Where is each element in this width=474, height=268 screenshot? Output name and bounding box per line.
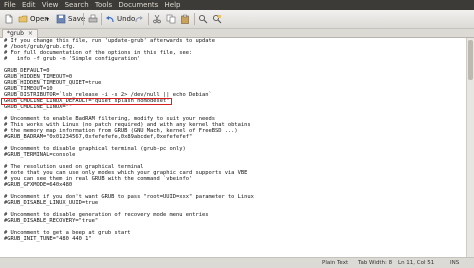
menu-file[interactable]: File [4,0,16,10]
toolbar-separator [83,13,84,25]
editor-line: #GRUB_BADRAM="0x01234567,0xfefefefe,0x89… [4,134,193,140]
editor-line: GRUB_CMDLINE_LINUX="" [4,104,73,110]
new-document-icon [5,14,13,24]
folder-open-icon [18,15,28,23]
print-button[interactable] [88,13,98,25]
redo-button[interactable] [134,13,144,25]
scrollbar-thumb[interactable] [468,40,473,80]
open-button[interactable]: Open [18,13,49,25]
undo-label: Undo [117,15,136,23]
menu-help[interactable]: Help [165,0,181,10]
tab-title: *grub [7,30,24,37]
undo-button[interactable]: Undo [105,13,135,25]
editor-line: #GRUB_DISABLE_LINUX_UUID=true [4,200,99,206]
editor-line: #GRUB_GFXMODE=640x480 [4,182,73,188]
menu-tools[interactable]: Tools [95,0,112,10]
toolbar-separator [194,13,195,25]
find-button[interactable] [198,13,208,25]
scissors-icon [153,14,161,24]
tab-bar: *grub × [0,29,474,38]
editor-line: #GRUB_TERMINAL=console [4,152,76,158]
status-bar: Plain Text Tab Width: 8 Ln 11, Col 51 IN… [0,257,474,268]
copy-button[interactable] [166,13,176,25]
toolbar: Open ▾ Save Undo [0,10,474,29]
annotation-highlight-box [1,98,172,105]
text-editor[interactable]: # If you change this file, run 'update-g… [0,38,467,257]
tab-grub[interactable]: *grub × [2,29,38,38]
find-replace-button[interactable] [212,13,222,25]
menu-view[interactable]: View [42,0,59,10]
chevron-down-icon: ▾ [46,15,50,23]
open-dropdown[interactable]: ▾ [46,13,49,25]
editor-line: #GRUB_DISABLE_RECOVERY="true" [4,218,99,224]
editor-line: #GRUB_INIT_TUNE="480 440 1" [4,236,92,242]
paste-icon [181,14,189,24]
find-replace-icon [212,14,222,24]
close-icon[interactable]: × [28,30,33,38]
toolbar-separator [148,13,149,25]
copy-icon [166,14,176,24]
menu-documents[interactable]: Documents [118,0,158,10]
search-icon [198,14,208,24]
editor-line: # info -f grub -n 'Simple configuration' [4,56,141,62]
save-icon [56,14,66,24]
vertical-scrollbar[interactable] [466,38,474,257]
paste-button[interactable] [180,13,190,25]
new-button[interactable] [4,13,14,25]
menu-search[interactable]: Search [65,0,89,10]
save-button[interactable]: Save [56,13,85,25]
print-icon [88,14,98,23]
toolbar-separator [101,13,102,25]
cut-button[interactable] [152,13,162,25]
undo-icon [106,16,114,23]
menu-bar: File Edit View Search Tools Documents He… [0,0,474,10]
menu-edit[interactable]: Edit [22,0,36,10]
redo-icon [135,16,143,23]
